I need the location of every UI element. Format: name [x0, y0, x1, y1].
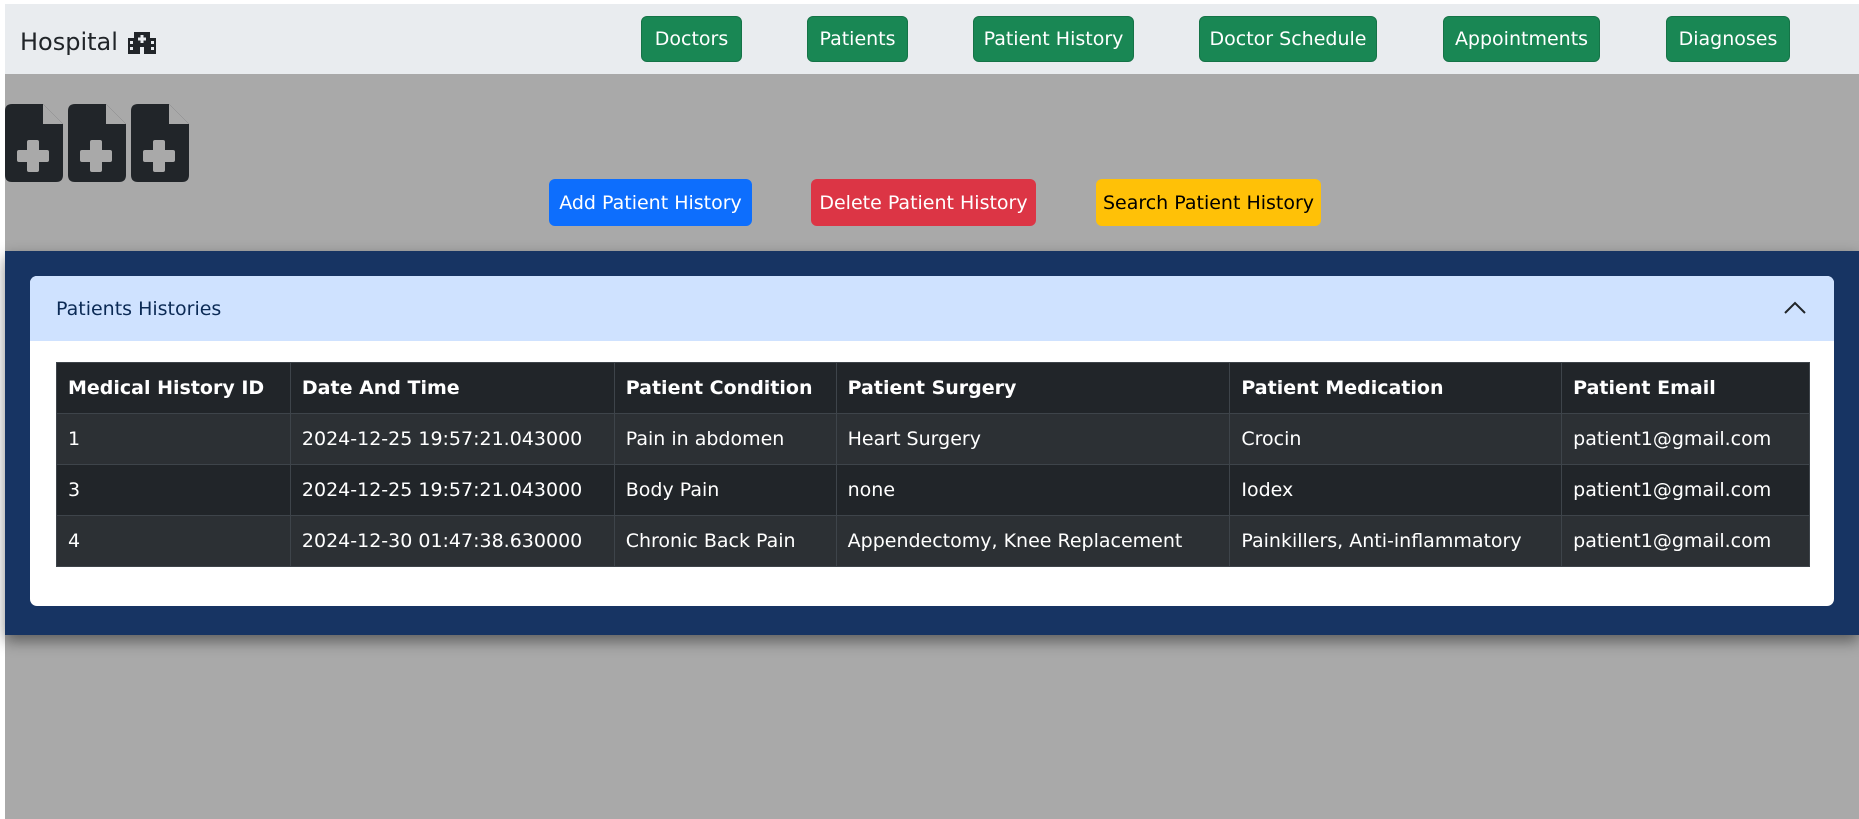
- column-header: Medical History ID: [56, 362, 291, 414]
- table-cell: 2024-12-30 01:47:38.630000: [289, 515, 615, 567]
- table-header-row: Medical History ID Date And Time Patient…: [56, 362, 1810, 414]
- table-cell: 1: [56, 413, 291, 465]
- nav-appointments-button[interactable]: Appointments: [1443, 16, 1600, 62]
- hospital-icon: [127, 32, 156, 54]
- table-cell: Appendectomy, Knee Replacement: [835, 515, 1231, 567]
- patient-histories-panel: Patients Histories Medical History ID Da…: [5, 251, 1859, 635]
- brand-title: Hospital: [20, 28, 118, 56]
- table-cell: patient1@gmail.com: [1561, 515, 1810, 567]
- column-header: Patient Medication: [1229, 362, 1563, 414]
- table-cell: patient1@gmail.com: [1561, 413, 1810, 465]
- table-cell: Heart Surgery: [835, 413, 1231, 465]
- navbar: Hospital Doctors Patients Patient Histor…: [5, 4, 1859, 74]
- column-header: Patient Condition: [613, 362, 837, 414]
- patient-histories-card: Patients Histories Medical History ID Da…: [30, 276, 1834, 606]
- column-header: Patient Surgery: [835, 362, 1231, 414]
- table-cell: patient1@gmail.com: [1561, 464, 1810, 516]
- table-cell: 2024-12-25 19:57:21.043000: [289, 413, 615, 465]
- table-cell: Crocin: [1229, 413, 1563, 465]
- accordion-header[interactable]: Patients Histories: [30, 276, 1834, 341]
- medical-file-icon: [131, 104, 189, 182]
- table-cell: Body Pain: [613, 464, 837, 516]
- table-cell: Iodex: [1229, 464, 1563, 516]
- medical-file-icon: [5, 104, 63, 182]
- table-row: 4 2024-12-30 01:47:38.630000 Chronic Bac…: [56, 515, 1810, 567]
- column-header: Date And Time: [289, 362, 615, 414]
- nav-patient-history-button[interactable]: Patient History: [973, 16, 1134, 62]
- card-title: Patients Histories: [56, 297, 222, 320]
- page: Hospital Doctors Patients Patient Histor…: [5, 4, 1859, 819]
- nav-doctor-schedule-button[interactable]: Doctor Schedule: [1199, 16, 1377, 62]
- table-row: 3 2024-12-25 19:57:21.043000 Body Pain n…: [56, 464, 1810, 516]
- table-cell: 2024-12-25 19:57:21.043000: [289, 464, 615, 516]
- table-cell: Pain in abdomen: [613, 413, 837, 465]
- nav-diagnoses-button[interactable]: Diagnoses: [1666, 16, 1790, 62]
- delete-patient-history-button[interactable]: Delete Patient History: [811, 179, 1036, 226]
- table-cell: Painkillers, Anti-inflammatory: [1229, 515, 1563, 567]
- table-cell: 3: [56, 464, 291, 516]
- search-patient-history-button[interactable]: Search Patient History: [1096, 179, 1321, 226]
- medical-file-icon: [68, 104, 126, 182]
- patient-history-table: Medical History ID Date And Time Patient…: [56, 362, 1810, 567]
- nav-doctors-button[interactable]: Doctors: [641, 16, 742, 62]
- table-cell: 4: [56, 515, 291, 567]
- chevron-up-icon[interactable]: [1783, 296, 1807, 320]
- nav-patients-button[interactable]: Patients: [807, 16, 908, 62]
- table-cell: none: [835, 464, 1231, 516]
- add-patient-history-button[interactable]: Add Patient History: [549, 179, 752, 226]
- table-cell: Chronic Back Pain: [613, 515, 837, 567]
- column-header: Patient Email: [1561, 362, 1810, 414]
- brand[interactable]: Hospital: [20, 26, 156, 58]
- table-row: 1 2024-12-25 19:57:21.043000 Pain in abd…: [56, 413, 1810, 465]
